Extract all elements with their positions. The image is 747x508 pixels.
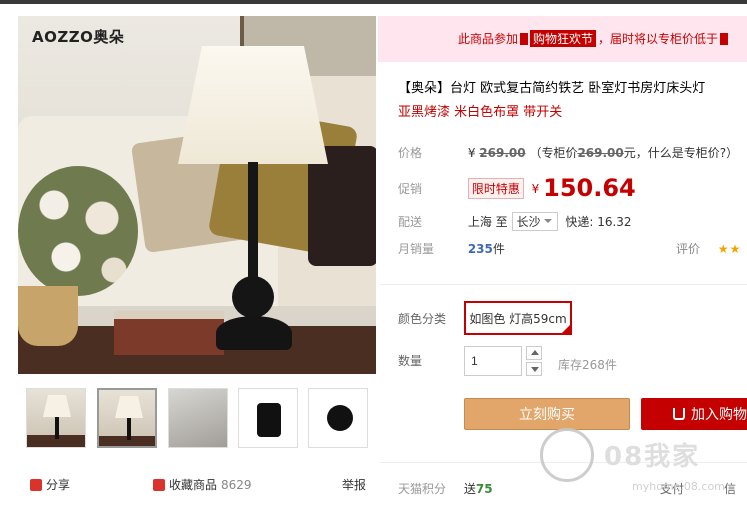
image-lamp-base bbox=[216, 316, 292, 350]
sales-count: 235 bbox=[467, 242, 493, 256]
price-label: 价格 bbox=[398, 146, 423, 160]
delivery-from: 上海 bbox=[467, 215, 492, 229]
promotion-label: 促销 bbox=[398, 182, 423, 196]
delivery-shipping: 快递: 16.32 bbox=[565, 215, 632, 229]
delivery-to-word: 至 bbox=[495, 215, 508, 229]
image-lamp-ball bbox=[232, 276, 274, 318]
add-to-cart-label: 加入购物 bbox=[691, 407, 747, 423]
report-link[interactable]: 举报 bbox=[342, 476, 366, 493]
counter-note-close: ） bbox=[726, 146, 739, 160]
delivery-row: 配送 上海 至 长沙 快递: 16.32 bbox=[398, 212, 632, 231]
favorite-count: 8629 bbox=[221, 477, 252, 492]
promo-tag[interactable]: 购物狂欢节 bbox=[530, 30, 597, 47]
promo-suffix: ，届时将以专柜价低于 bbox=[598, 32, 719, 46]
main-product-image[interactable]: AOZZO奥朵 bbox=[18, 16, 376, 374]
promotion-price: 150.64 bbox=[543, 174, 636, 202]
original-price: 269.00 bbox=[479, 146, 526, 160]
promo-mark bbox=[520, 33, 529, 45]
points-prefix: 送 bbox=[463, 482, 476, 496]
sales-row: 月销量 235件 bbox=[398, 240, 505, 257]
counter-note: （专柜价 bbox=[529, 146, 578, 160]
rating[interactable]: 评价 ★★ bbox=[676, 240, 741, 257]
favorite-icon bbox=[153, 478, 165, 491]
image-flowers bbox=[18, 166, 138, 296]
promo-mark bbox=[720, 33, 729, 45]
product-title: 【奥朵】台灯 欧式复古简约铁艺 卧室灯书房灯床头灯 bbox=[398, 81, 706, 96]
color-label: 颜色分类 bbox=[398, 312, 447, 326]
house-icon bbox=[540, 428, 594, 482]
stock-text: 库存268件 bbox=[558, 358, 617, 372]
quantity-increase-button[interactable] bbox=[526, 346, 542, 360]
counter-price-help-link[interactable]: 什么是专柜价? bbox=[648, 146, 726, 160]
cart-icon bbox=[673, 408, 685, 420]
thumbnail[interactable] bbox=[26, 388, 86, 448]
color-option-label: 如图色 灯高59cm bbox=[469, 311, 567, 326]
delivery-city-select[interactable]: 长沙 bbox=[511, 212, 558, 231]
promotion-row: 促销 限时特惠 ¥ 150.64 bbox=[398, 174, 636, 202]
share-icon bbox=[30, 478, 42, 491]
rating-label: 评价 bbox=[676, 242, 701, 256]
pay-label: 支付 bbox=[660, 482, 685, 496]
delivery-label: 配送 bbox=[398, 215, 423, 229]
points-label: 天猫积分 bbox=[398, 482, 447, 496]
image-books bbox=[114, 311, 224, 355]
thumbnail[interactable] bbox=[168, 388, 228, 448]
favorite-link[interactable]: 收藏商品 8629 bbox=[153, 476, 252, 493]
thumbnail[interactable] bbox=[238, 388, 298, 448]
points-row: 天猫积分 送75 bbox=[398, 480, 493, 497]
site-watermark: 08我家 myhome.08.com bbox=[540, 418, 747, 508]
quantity-label: 数量 bbox=[398, 354, 423, 368]
promo-text: 此商品参加 购物狂欢节 ，届时将以专柜价低于 bbox=[458, 30, 729, 47]
price-row: 价格 ¥ 269.00 （专柜价269.00元，什么是专柜价?） bbox=[398, 144, 738, 161]
divider bbox=[380, 462, 747, 463]
report-label: 举报 bbox=[342, 478, 367, 492]
image-lamp-shade bbox=[178, 46, 328, 164]
rating-stars-icon: ★★ bbox=[717, 242, 742, 256]
buy-now-label: 立刻购买 bbox=[519, 407, 575, 423]
promotion-badge: 限时特惠 bbox=[467, 178, 524, 199]
thumbnail-selected[interactable] bbox=[97, 388, 157, 448]
sales-unit: 件 bbox=[492, 242, 505, 256]
top-bar bbox=[0, 0, 747, 4]
image-pillow bbox=[308, 146, 376, 266]
counter-price: 269.00 bbox=[577, 146, 624, 160]
buy-now-button[interactable]: 立刻购买 bbox=[464, 398, 630, 430]
add-to-cart-button[interactable]: 加入购物 bbox=[641, 398, 747, 430]
credit-label: 信 bbox=[724, 482, 737, 496]
watermark-text: 08我家 bbox=[604, 442, 701, 472]
product-subtitle: 亚黑烤漆 米白色布罩 带开关 bbox=[398, 105, 563, 120]
chevron-down-icon bbox=[531, 367, 539, 372]
chevron-up-icon bbox=[531, 350, 539, 355]
favorite-label: 收藏商品 bbox=[169, 478, 218, 492]
image-vase bbox=[18, 286, 78, 346]
sales-label: 月销量 bbox=[398, 242, 435, 256]
gallery-actions: 分享 收藏商品 8629 举报 bbox=[28, 476, 378, 494]
share-link[interactable]: 分享 bbox=[30, 476, 70, 493]
color-option-selected[interactable]: 如图色 灯高59cm bbox=[464, 301, 572, 335]
brand-logo: AOZZO奥朵 bbox=[32, 28, 125, 46]
thumbnail-strip bbox=[26, 388, 376, 450]
share-label: 分享 bbox=[46, 478, 71, 492]
promo-banner: 此商品参加 购物狂欢节 ，届时将以专柜价低于 bbox=[378, 16, 747, 62]
price-block: 价格 ¥ 269.00 （专柜价269.00元，什么是专柜价?） 促销 限时特惠… bbox=[380, 130, 747, 270]
counter-note-suffix: 元， bbox=[623, 146, 648, 160]
price-currency: ¥ bbox=[467, 146, 476, 160]
promo-prefix: 此商品参加 bbox=[458, 32, 519, 46]
quantity-input[interactable] bbox=[464, 346, 522, 376]
quantity-decrease-button[interactable] bbox=[526, 362, 542, 376]
promotion-currency: ¥ bbox=[531, 182, 540, 196]
points-value: 75 bbox=[475, 482, 493, 496]
thumbnail[interactable] bbox=[308, 388, 368, 448]
divider bbox=[380, 284, 747, 285]
